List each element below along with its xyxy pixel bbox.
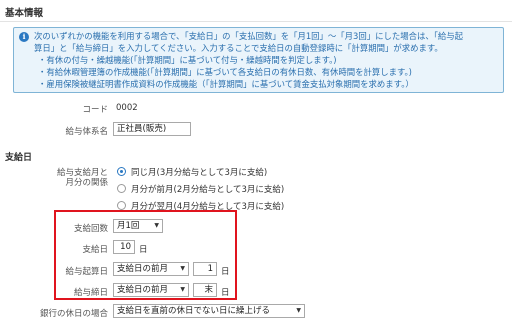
info-icon: i	[19, 32, 29, 42]
closing-day-input[interactable]: 末	[193, 283, 217, 297]
closing-day-label: 給与締日	[73, 288, 108, 298]
closing-day-unit: 日	[221, 288, 230, 298]
radio-same-month-label[interactable]: 同じ月(3月分給与として3月に支給)	[131, 166, 267, 178]
start-day-unit: 日	[221, 267, 230, 277]
payday-unit: 日	[139, 245, 148, 255]
info-line: ・有給休暇管理簿の作成機能(「計算期間」に基づいて各支給日の有休日数、有休時間を…	[38, 67, 412, 77]
salary-system-label: 給与体系名	[65, 127, 108, 137]
info-line: 算日」と「給与締日」を入力してください。入力することで支給日の自動登録時に「計算…	[34, 43, 443, 53]
code-label: コード	[82, 105, 108, 115]
info-box: i 次のいずれかの機能を利用する場合で、「支給日」の「支払回数」を「月1回」～「…	[13, 27, 504, 93]
info-line: 次のいずれかの機能を利用する場合で、「支給日」の「支払回数」を「月1回」～「月3…	[34, 31, 464, 41]
payday-label: 支給日	[82, 245, 108, 255]
radio-previous-month-label[interactable]: 月分が前月(2月分給与として3月に支給)	[131, 183, 284, 195]
start-day-input[interactable]: 1	[193, 262, 217, 276]
radio-previous-month[interactable]	[117, 184, 126, 193]
chevron-down-icon: ▼	[296, 307, 301, 314]
code-value: 0002	[116, 103, 138, 113]
closing-day-base-value: 支給日の前月	[117, 285, 169, 295]
info-line: ・有休の付与・繰越機能(「計算期間」に基づいて付与・繰越時間を判定します。)	[38, 55, 337, 65]
start-day-base-value: 支給日の前月	[117, 264, 169, 274]
start-day-label: 給与起算日	[65, 267, 108, 277]
chevron-down-icon: ▼	[180, 265, 185, 272]
bank-holiday-select[interactable]: 支給日を直前の休日でない日に繰上げる ▼	[113, 304, 305, 318]
bank-holiday-label: 銀行の休日の場合	[39, 309, 108, 319]
payday-section-title: 支給日	[5, 153, 33, 163]
section-title: 基本情報	[5, 8, 44, 19]
payday-input[interactable]: 10	[113, 240, 135, 254]
bank-holiday-value: 支給日を直前の休日でない日に繰上げる	[117, 306, 271, 316]
chevron-down-icon: ▼	[180, 286, 185, 293]
radio-same-month[interactable]	[117, 167, 126, 176]
info-line: ・雇用保険被継証明書作成資料の作成機能（「計算期間」に基づいて賃金支払対象期間を…	[38, 79, 414, 89]
start-day-base-select[interactable]: 支給日の前月 ▼	[113, 262, 189, 276]
relation-label-line2: 月分の関係	[65, 178, 108, 188]
salary-system-input[interactable]: 正社員(販売)	[113, 122, 191, 136]
closing-day-base-select[interactable]: 支給日の前月 ▼	[113, 283, 189, 297]
section-header: 基本情報	[0, 0, 512, 22]
radio-next-month[interactable]	[117, 201, 126, 210]
